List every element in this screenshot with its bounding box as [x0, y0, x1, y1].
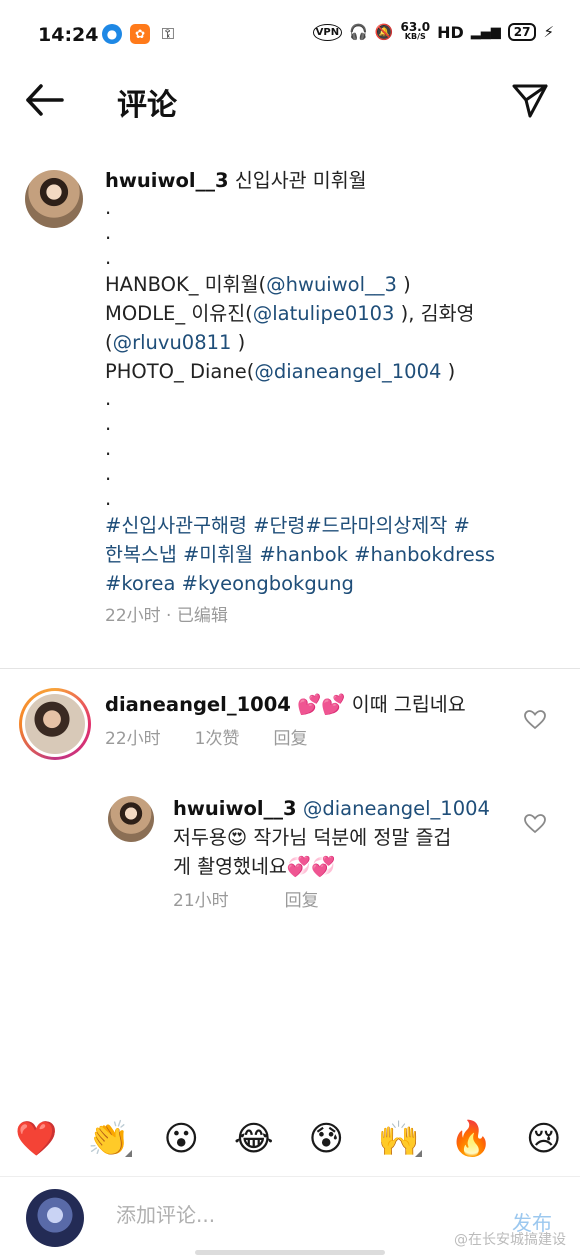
mention-link[interactable]: @hwuiwol__3 [266, 273, 397, 296]
divider [0, 668, 580, 669]
surprised-emoji[interactable]: 😮 [156, 1119, 206, 1159]
caption-dot: . [105, 246, 112, 269]
post-author-avatar[interactable] [25, 170, 83, 228]
caption-dot: . [105, 196, 112, 219]
status-bar: 14:24 ● ✿ ⚿ VPN 🎧 🔕 63.0 KB/S HD ▂▄▆ 27 … [0, 0, 580, 70]
mention-link[interactable]: @dianeangel_1004 [297, 797, 490, 820]
reply-time: 21小时 [173, 891, 229, 911]
caption-hanbok-line: HANBOK_ 미휘월(@hwuiwol__3 ) [105, 273, 411, 296]
reply-button[interactable]: 回复 [285, 887, 319, 916]
clap-emoji[interactable]: 👏 [84, 1119, 134, 1159]
browser-app-icon: ● [102, 24, 122, 44]
current-user-avatar [26, 1189, 84, 1247]
send-icon[interactable] [510, 80, 550, 120]
caption-dot: . [105, 487, 112, 510]
heart-emoji[interactable]: ❤️ [11, 1119, 61, 1159]
caption-photo-line: PHOTO_ Diane(@dianeangel_1004 ) [105, 360, 456, 383]
hashtag-line[interactable]: 한복스냅 #미휘월 #hanbok #hanbokdress [105, 540, 545, 569]
raised-hands-emoji[interactable]: 🙌 [374, 1119, 424, 1159]
comment-input-bar: 发布 @在长安城搞建设 [0, 1176, 580, 1257]
uc-browser-icon: ✿ [130, 24, 150, 44]
comment-input[interactable] [116, 1203, 476, 1227]
caption-first-line: hwuiwol__3 신입사관 미휘월 [105, 166, 545, 195]
like-heart-icon[interactable] [524, 814, 546, 834]
reply-text: 저두용😍 작가님 덕분에 정말 즐겁 [173, 826, 452, 849]
reply-username[interactable]: hwuiwol__3 [173, 797, 297, 820]
watermark: @在长安城搞建设 [454, 1232, 566, 1248]
notification-icons: ● ✿ ⚿ [102, 24, 178, 44]
hd-label: HD [437, 22, 464, 42]
caption-title: 신입사관 미휘월 [228, 169, 367, 192]
vpn-icon: VPN [312, 23, 343, 41]
post-caption: hwuiwol__3 신입사관 미휘월 . . . HANBOK_ 미휘월(@h… [105, 166, 545, 631]
reply-text: 게 촬영했네요💞💞 [173, 855, 336, 878]
system-status: VPN 🎧 🔕 63.0 KB/S HD ▂▄▆ 27 ⚡ [312, 20, 554, 42]
headphones-icon: 🎧 [349, 23, 368, 41]
post-meta: 22小时 · 已编辑 [105, 606, 228, 626]
mention-link[interactable]: @dianeangel_1004 [254, 360, 441, 383]
home-indicator[interactable] [195, 1250, 385, 1255]
net-speed: 63.0 KB/S [400, 20, 431, 41]
laughing-emoji[interactable]: 😂 [229, 1119, 279, 1159]
comment-likes[interactable]: 1次赞 [195, 725, 240, 754]
comment: dianeangel_1004 💕💕 이때 그립네요 22小时 1次赞 回复 [105, 690, 515, 754]
caption-model-line: MODLE_ 이유진(@latulipe0103 ), 김화영 [105, 302, 475, 325]
charging-icon: ⚡ [543, 23, 554, 41]
reply-comment: hwuiwol__3 @dianeangel_1004 저두용😍 작가님 덕분에… [173, 794, 523, 916]
hashtag-line[interactable]: #korea #kyeongbokgung [105, 569, 545, 598]
commenter-avatar[interactable] [25, 694, 85, 754]
key-icon: ⚿ [161, 24, 175, 43]
top-bar: 评论 [0, 70, 580, 132]
emoji-reaction-bar: ❤️ 👏 😮 😂 😰 🙌 🔥 😢 [0, 1110, 580, 1168]
mention-link[interactable]: @latulipe0103 [253, 302, 395, 325]
comment-text: 💕💕 이때 그립네요 [290, 693, 466, 716]
comment-time: 22小时 [105, 729, 161, 749]
reply-author-avatar[interactable] [108, 796, 154, 842]
caption-dot: . [105, 221, 112, 244]
hashtag-line[interactable]: #신입사관구해령 #단령#드라마의상제작 # [105, 511, 545, 540]
crying-emoji[interactable]: 😢 [519, 1119, 569, 1159]
post-username[interactable]: hwuiwol__3 [105, 169, 229, 192]
caption-model-line-2: (@rluvu0811 ) [105, 331, 246, 354]
status-time: 14:24 [38, 24, 99, 46]
mute-bell-icon: 🔕 [374, 23, 394, 41]
battery-icon: 27 [507, 23, 537, 41]
caption-dot: . [105, 437, 112, 460]
anxious-emoji[interactable]: 😰 [301, 1119, 351, 1159]
caption-dot: . [105, 462, 112, 485]
like-heart-icon[interactable] [524, 710, 546, 730]
caption-dot: . [105, 387, 112, 410]
mention-link[interactable]: @rluvu0811 [113, 331, 232, 354]
page-title: 评论 [117, 88, 177, 123]
signal-icon: ▂▄▆ [470, 24, 501, 40]
reply-button[interactable]: 回复 [273, 725, 307, 754]
caption-dot: . [105, 412, 112, 435]
commenter-avatar-ring[interactable] [19, 688, 91, 760]
back-arrow-icon[interactable] [22, 80, 66, 120]
fire-emoji[interactable]: 🔥 [446, 1119, 496, 1159]
comment-username[interactable]: dianeangel_1004 [105, 693, 291, 716]
